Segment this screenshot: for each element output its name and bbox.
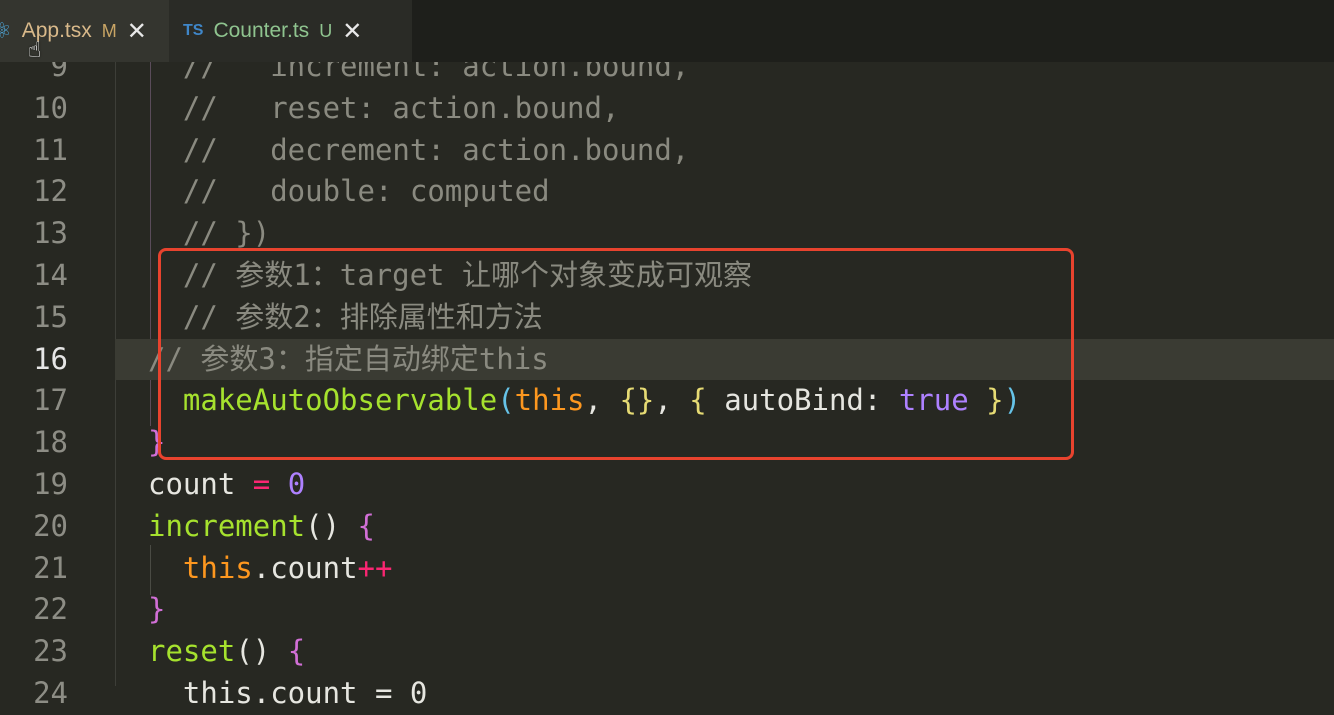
- code-token: count: [148, 466, 253, 501]
- line-number: 24: [33, 675, 68, 710]
- line-number: 21: [33, 550, 68, 585]
- tab-counter-ts[interactable]: TS Counter.ts U ✕: [169, 0, 412, 62]
- close-icon[interactable]: ✕: [127, 17, 147, 46]
- code-line[interactable]: 10 // reset: action.bound,: [0, 88, 1334, 130]
- close-icon[interactable]: ✕: [342, 17, 362, 46]
- editor-tab-bar: ⚛ App.tsx M ✕ TS Counter.ts U ✕: [0, 0, 1334, 62]
- code-token: }: [148, 592, 166, 627]
- code-token: ++: [357, 550, 393, 585]
- typescript-icon: TS: [183, 22, 204, 39]
- code-token: increment: [148, 508, 306, 543]
- code-text: this.count++: [148, 548, 393, 590]
- code-token: this.count = 0: [148, 675, 428, 710]
- line-number: 10: [33, 90, 68, 125]
- code-line[interactable]: 20 increment() {: [0, 506, 1334, 548]
- code-token: (): [305, 508, 358, 543]
- line-number: 15: [33, 299, 68, 334]
- code-token: {: [357, 508, 375, 543]
- code-token: this: [148, 550, 253, 585]
- code-token: {: [287, 634, 306, 669]
- code-text: // reset: action.bound,: [148, 88, 620, 130]
- code-token: =: [252, 466, 271, 501]
- code-text: }: [148, 589, 165, 631]
- code-line[interactable]: 21 this.count++: [0, 548, 1334, 590]
- line-number: 20: [33, 508, 68, 543]
- code-line[interactable]: 12 // double: computed: [0, 171, 1334, 213]
- untracked-badge: U: [319, 20, 333, 41]
- annotation-highlight-box: [158, 248, 1074, 460]
- code-text: // double: computed: [148, 171, 550, 213]
- code-token: // double: computed: [148, 174, 550, 209]
- code-token: // decrement: action.bound,: [148, 132, 690, 167]
- code-line[interactable]: 19 count = 0: [0, 464, 1334, 506]
- line-number: 16: [33, 341, 68, 376]
- code-line[interactable]: 11 // decrement: action.bound,: [0, 130, 1334, 172]
- line-number: 12: [33, 174, 68, 209]
- line-number: 22: [33, 592, 68, 627]
- code-line[interactable]: 23 reset() {: [0, 631, 1334, 673]
- line-number: 17: [33, 383, 68, 418]
- code-line[interactable]: 22}: [0, 589, 1334, 631]
- line-number: 18: [33, 425, 68, 460]
- code-text: increment() {: [148, 506, 375, 548]
- line-number: 11: [33, 132, 68, 167]
- modified-badge: M: [101, 20, 117, 41]
- code-text: this.count = 0: [148, 673, 427, 715]
- code-token: (): [235, 634, 288, 669]
- line-number: 23: [33, 634, 68, 669]
- line-number: 13: [33, 216, 68, 251]
- code-line[interactable]: 24 this.count = 0: [0, 673, 1334, 715]
- code-token: // }): [148, 216, 271, 251]
- code-token: .count: [252, 550, 358, 585]
- hand-cursor-icon: ☝: [28, 38, 42, 63]
- code-token: reset: [148, 634, 236, 669]
- tab-app-tsx[interactable]: ⚛ App.tsx M ✕: [0, 0, 169, 62]
- code-text: // decrement: action.bound,: [148, 130, 689, 172]
- code-text: count = 0: [148, 464, 305, 506]
- code-token: // reset: action.bound,: [148, 90, 620, 125]
- react-icon: ⚛: [0, 18, 12, 43]
- line-number: 19: [33, 466, 68, 501]
- line-number: 14: [33, 257, 68, 292]
- code-token: 0: [270, 466, 306, 501]
- tab-label: Counter.ts: [213, 19, 310, 42]
- code-text: reset() {: [148, 631, 305, 673]
